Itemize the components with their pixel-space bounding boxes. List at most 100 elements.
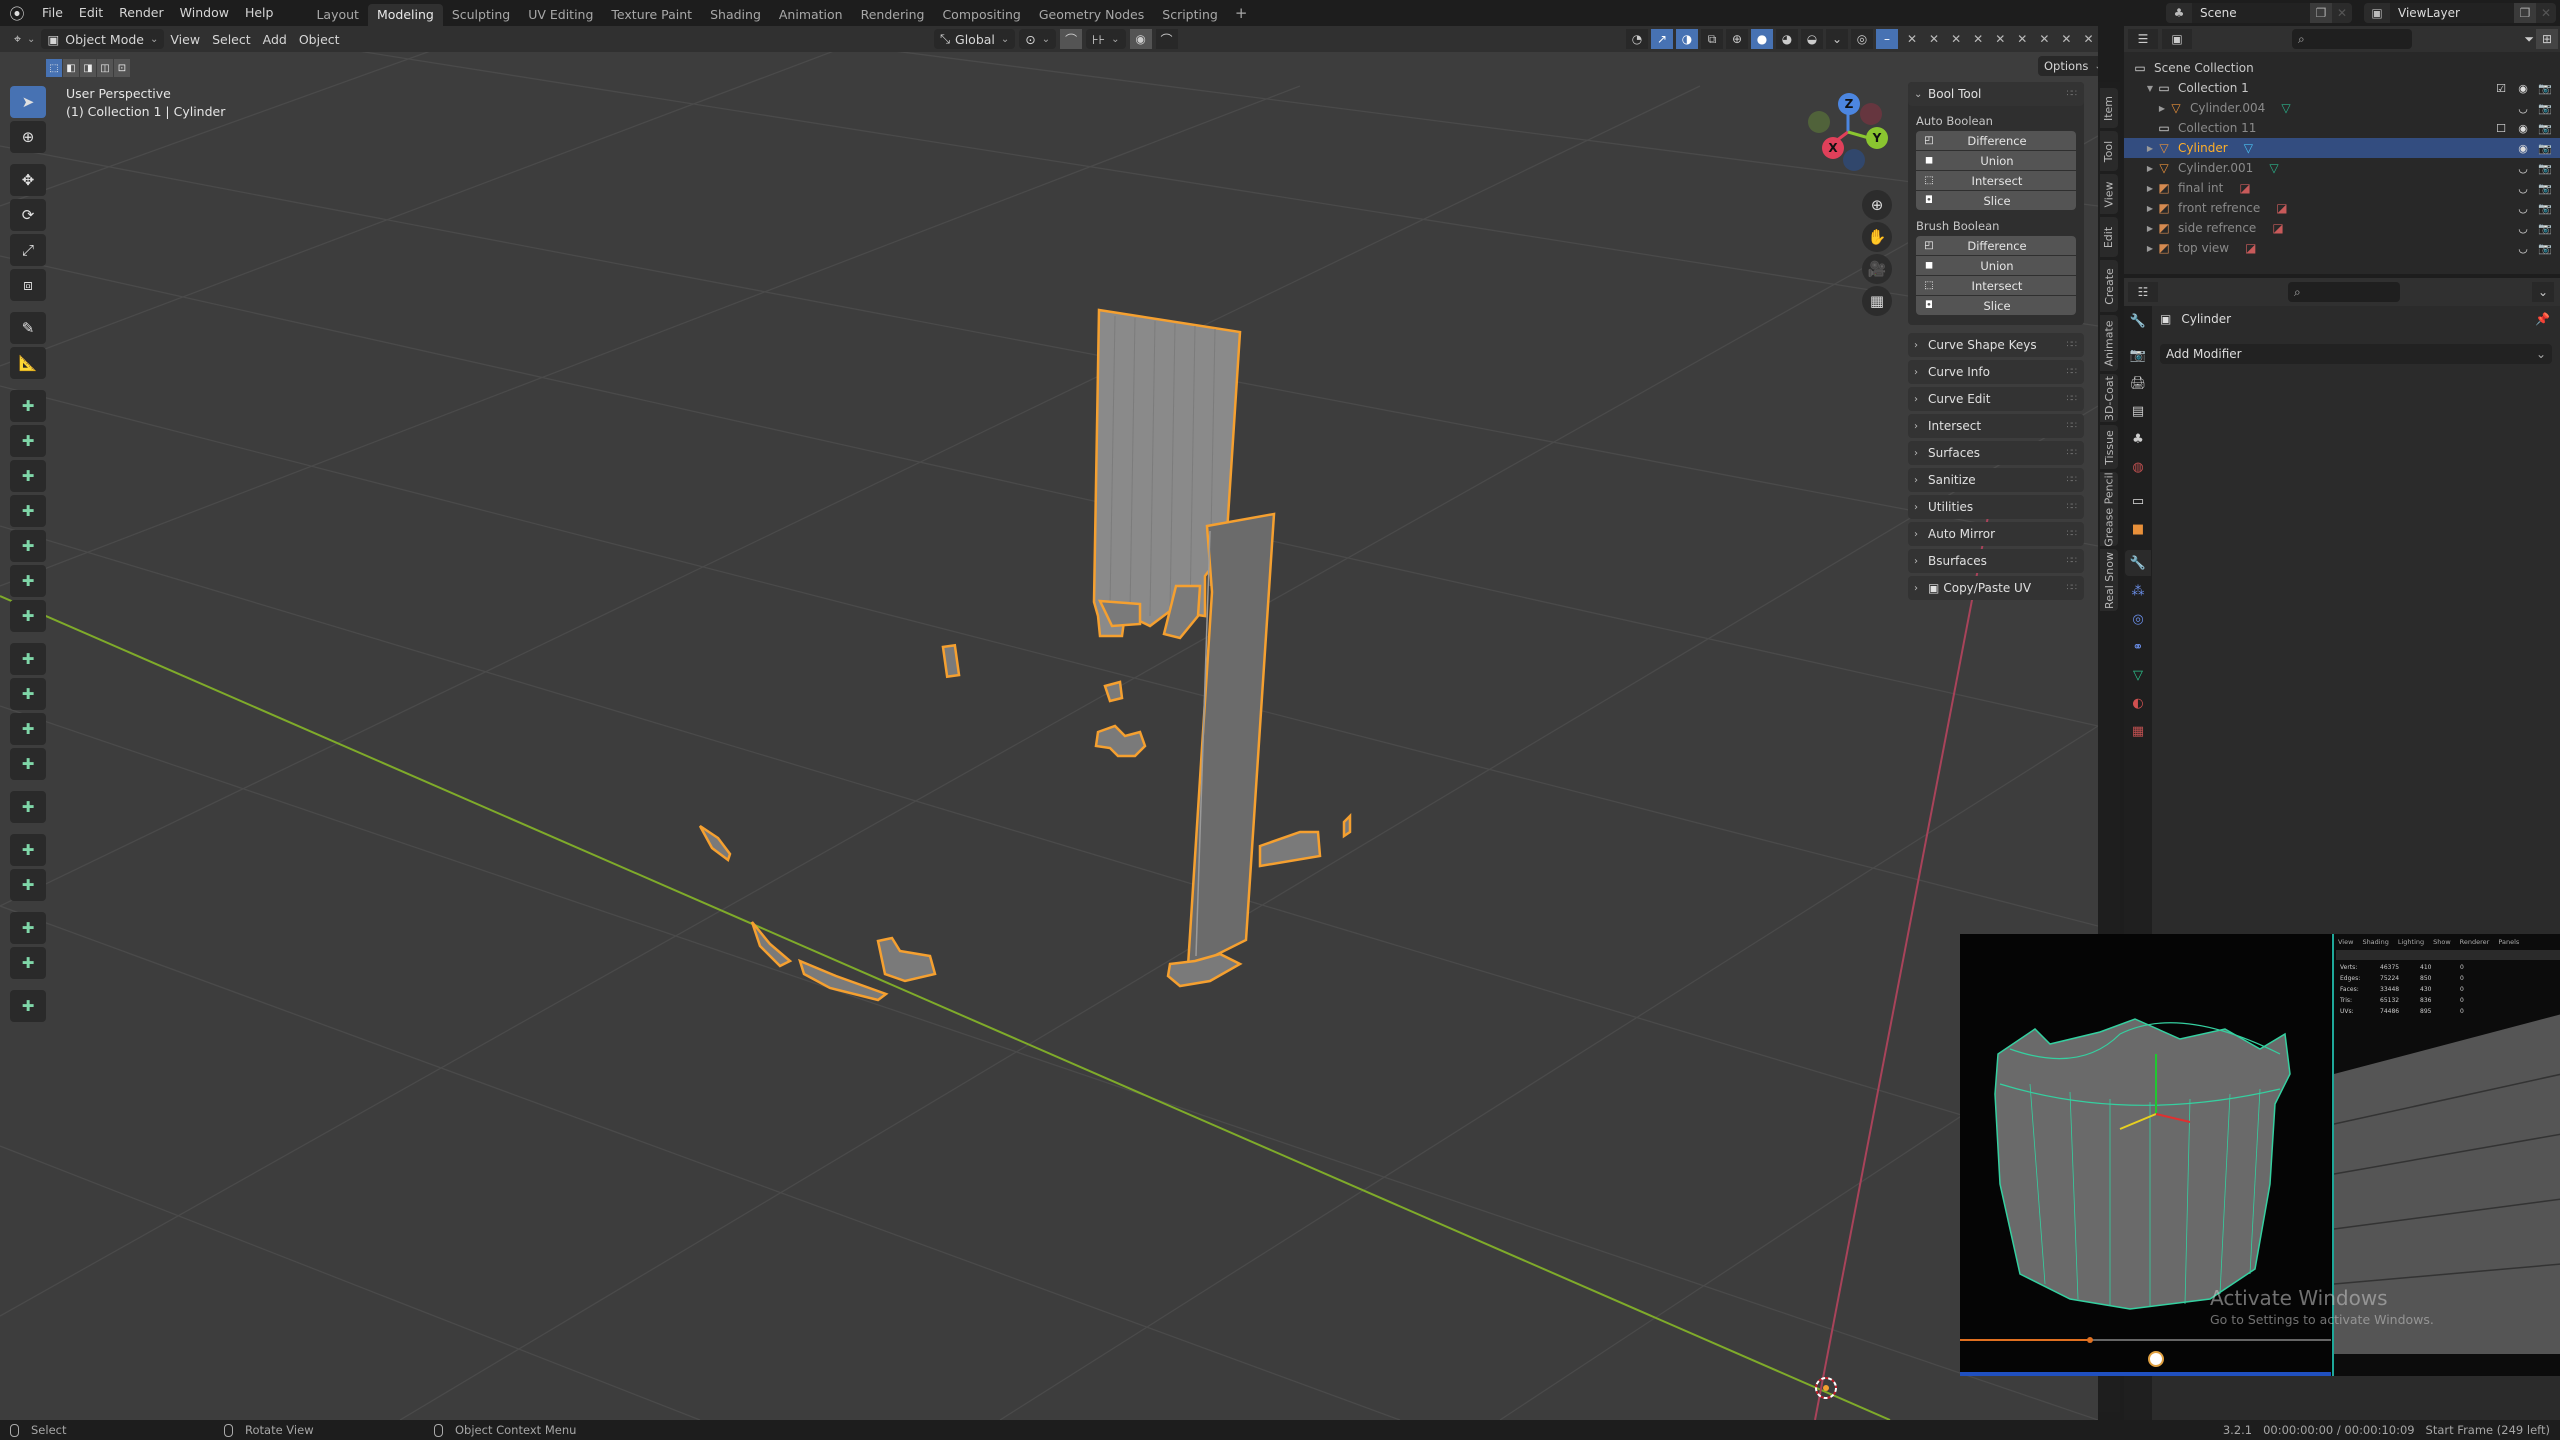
viewport-menu-select[interactable]: Select [206, 29, 257, 49]
tool-add-arch[interactable]: ✚ [10, 791, 46, 823]
properties-tab-texture-icon[interactable]: ▦ [2125, 718, 2151, 744]
gizmo-y-axis[interactable]: Y [1866, 127, 1888, 149]
select-invert-icon[interactable]: ◫ [97, 59, 113, 77]
properties-tab-output-icon[interactable]: 🖨 [2125, 370, 2151, 396]
expand-down-icon[interactable]: ▼ [2144, 84, 2156, 93]
drag-grip-icon[interactable]: ∷∷ [2067, 421, 2078, 431]
tab-rendering[interactable]: Rendering [852, 4, 934, 26]
menu-file[interactable]: File [34, 0, 71, 26]
drag-grip-icon[interactable]: ∷∷ [2067, 448, 2078, 458]
drag-grip-icon[interactable]: ∷∷ [2067, 475, 2078, 485]
expand-right-icon[interactable]: ▶ [2144, 184, 2156, 193]
eye-icon[interactable]: ◉ [2516, 141, 2530, 155]
3d-viewport[interactable]: ⌖ ⌄ ▣ Object Mode ⌄ View Select Add Objec… [0, 26, 2098, 1420]
tool-move[interactable]: ✥ [10, 164, 46, 196]
brush-union-button[interactable]: ◼ Union [1916, 256, 2076, 275]
outliner-item-name[interactable]: Cylinder.004 [2190, 101, 2265, 115]
outliner-row[interactable]: ▶ ▽ Cylinder.004 ▽ ◡ 📷 [2124, 98, 2560, 118]
addon-toggle-icon[interactable]: – [1876, 29, 1898, 49]
camera-render-icon[interactable]: 📷 [2538, 161, 2552, 175]
npanel-tab-view[interactable]: View [2100, 174, 2118, 214]
outliner-item-name[interactable]: final int [2178, 181, 2223, 195]
tool-add-dome[interactable]: ✚ [10, 869, 46, 901]
viewport-menu-view[interactable]: View [164, 29, 206, 49]
properties-tab-world-icon[interactable]: ◍ [2125, 454, 2151, 480]
npanel-tab-animate[interactable]: Animate [2100, 315, 2118, 371]
eye-closed-icon[interactable]: ◡ [2516, 101, 2530, 115]
display-mode-icon[interactable]: ▣ [2162, 29, 2192, 49]
eye-icon[interactable]: ◉ [2516, 81, 2530, 95]
tool-transform[interactable]: ⧈ [10, 269, 46, 301]
properties-tab-modifier-icon[interactable]: 🔧 [2125, 550, 2151, 576]
panel-curve-info[interactable]: › Curve Info ∷∷ [1908, 360, 2084, 384]
properties-tab-data-icon[interactable]: ▽ [2125, 662, 2151, 688]
tab-geometry-nodes[interactable]: Geometry Nodes [1030, 4, 1153, 26]
tool-rotate[interactable]: ⟳ [10, 199, 46, 231]
tool-add-wedge[interactable]: ✚ [10, 600, 46, 632]
tab-uv-editing[interactable]: UV Editing [519, 4, 602, 26]
panel-auto-mirror[interactable]: › Auto Mirror ∷∷ [1908, 522, 2084, 546]
panel-utilities[interactable]: › Utilities ∷∷ [1908, 495, 2084, 519]
tool-add-torus[interactable]: ✚ [10, 565, 46, 597]
eye-closed-icon[interactable]: ◡ [2516, 161, 2530, 175]
drag-grip-icon[interactable]: ∷∷ [2067, 529, 2078, 539]
eye-closed-icon[interactable]: ◡ [2516, 181, 2530, 195]
gizmo-neg-y-axis[interactable] [1808, 111, 1830, 133]
npanel-tab-edit[interactable]: Edit [2100, 217, 2118, 257]
tool-add-cube-outline[interactable]: ✚ [10, 990, 46, 1022]
delete-view-layer-icon[interactable]: ✕ [2536, 6, 2556, 20]
npanel-tab-real-snow[interactable]: Real Snow [2100, 549, 2118, 611]
camera-render-icon[interactable]: 📷 [2538, 201, 2552, 215]
panel-curve-shape-keys[interactable]: › Curve Shape Keys ∷∷ [1908, 333, 2084, 357]
drag-grip-icon[interactable]: ∷∷ [2067, 340, 2078, 350]
npanel-tab-create[interactable]: Create [2100, 260, 2118, 312]
drag-grip-icon[interactable]: ∷∷ [2067, 583, 2078, 593]
outliner-item-name[interactable]: Scene Collection [2154, 61, 2254, 75]
proportional-edit-icon[interactable]: ◉ [1129, 29, 1152, 49]
auto-intersect-button[interactable]: ⬚ Intersect [1916, 171, 2076, 190]
outliner-row[interactable]: ▶ ◩ front refrence ◪ ◡ 📷 [2124, 198, 2560, 218]
shading-wireframe-icon[interactable]: ⊕ [1726, 29, 1748, 49]
menu-edit[interactable]: Edit [71, 0, 111, 26]
exclude-checkbox[interactable]: ☐ [2494, 121, 2508, 135]
gizmo-z-axis[interactable]: Z [1838, 93, 1860, 115]
outliner-row[interactable]: ▶ ▽ Cylinder ▽ ◉ 📷 [2124, 138, 2560, 158]
tab-compositing[interactable]: Compositing [933, 4, 1029, 26]
camera-render-icon[interactable]: 📷 [2538, 81, 2552, 95]
xray-toggle-icon[interactable]: ⧉ [1701, 29, 1723, 49]
video-overlay-window[interactable]: View Shading Lighting Show Renderer Pane… [1960, 934, 2560, 1376]
outliner-row[interactable]: ▶ ◩ side refrence ◪ ◡ 📷 [2124, 218, 2560, 238]
pan-view-hand-icon[interactable]: ✋ [1862, 222, 1892, 252]
outliner-item-name[interactable]: Collection 1 [2178, 81, 2249, 95]
perspective-toggle-grid-icon[interactable]: ▦ [1862, 286, 1892, 316]
brush-intersect-button[interactable]: ⬚ Intersect [1916, 276, 2076, 295]
eye-closed-icon[interactable]: ◡ [2516, 201, 2530, 215]
properties-tab-physics-icon[interactable]: ◎ [2125, 606, 2151, 632]
panel-surfaces[interactable]: › Surfaces ∷∷ [1908, 441, 2084, 465]
properties-options-chevron-icon[interactable]: ⌄ [2532, 282, 2554, 302]
tool-select-box[interactable]: ➤ [10, 86, 46, 118]
tool-add-sphere[interactable]: ✚ [10, 460, 46, 492]
tab-layout[interactable]: Layout [307, 4, 368, 26]
view-layer-selector[interactable]: ▣ ViewLayer ❐ ✕ [2364, 3, 2556, 23]
panel-intersect[interactable]: › Intersect ∷∷ [1908, 414, 2084, 438]
filter-icon[interactable]: ⏷ [2524, 32, 2534, 47]
properties-tab-collection-icon[interactable]: ▭ [2125, 488, 2151, 514]
expand-right-icon[interactable]: ▶ [2144, 204, 2156, 213]
addon-placeholder-icons[interactable]: ✕✕✕✕✕✕✕✕✕ [1907, 32, 2098, 46]
gizmo-x-axis[interactable]: X [1822, 137, 1844, 159]
tool-add-gem[interactable]: ✚ [10, 748, 46, 780]
mode-dropdown[interactable]: ▣ Object Mode ⌄ [41, 29, 165, 49]
tab-shading[interactable]: Shading [701, 4, 770, 26]
select-subtract-icon[interactable]: ◨ [80, 59, 96, 77]
tab-scripting[interactable]: Scripting [1153, 4, 1227, 26]
new-view-layer-icon[interactable]: ❐ [2514, 3, 2536, 23]
npanel-tab-tissue[interactable]: Tissue [2100, 425, 2118, 469]
add-modifier-dropdown[interactable]: Add Modifier ⌄ [2160, 344, 2552, 364]
tool-cursor[interactable]: ⊕ [10, 121, 46, 153]
drag-grip-icon[interactable]: ∷∷ [2067, 502, 2078, 512]
expand-right-icon[interactable]: ▶ [2156, 104, 2168, 113]
properties-search-input[interactable]: ⌕ [2288, 282, 2400, 302]
blender-logo-icon[interactable]: ⦿ [0, 0, 34, 26]
gizmo-neg-z-axis[interactable] [1843, 149, 1865, 171]
